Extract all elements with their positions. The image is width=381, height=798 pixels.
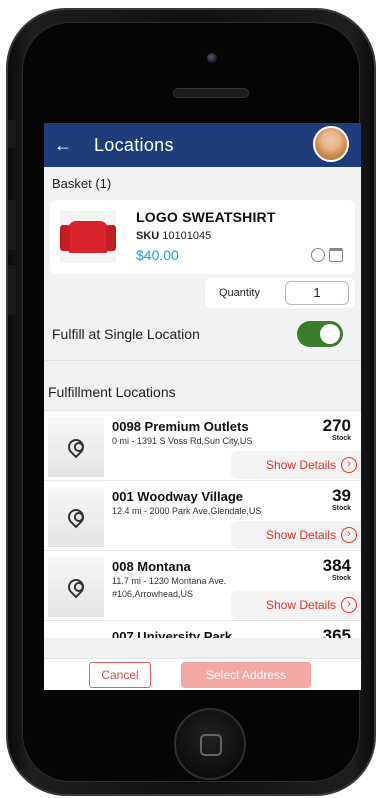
stock-count: 39 xyxy=(332,486,351,505)
quantity-input[interactable]: 1 xyxy=(285,281,349,305)
show-details-button[interactable]: Show Details › xyxy=(231,451,361,479)
volume-up-button xyxy=(8,200,16,250)
location-item[interactable]: 0098 Premium Outlets 0 mi - 1391 S Voss … xyxy=(44,411,361,481)
app-screen: ← Locations Basket (1) LOGO SWEATSHIRT S… xyxy=(44,123,361,690)
earpiece-speaker xyxy=(173,88,249,98)
location-name: 0098 Premium Outlets xyxy=(112,419,249,434)
sweatshirt-icon xyxy=(60,221,116,253)
page-title: Locations xyxy=(94,134,174,155)
location-address: 12.4 mi - 2000 Park Ave,Glendale,US xyxy=(112,506,262,516)
product-sku: SKU 10101045 xyxy=(136,230,211,242)
home-square-icon xyxy=(200,734,222,756)
bottom-action-bar: Cancel Select Address xyxy=(44,658,361,690)
globe-icon[interactable] xyxy=(311,248,325,262)
cancel-button[interactable]: Cancel xyxy=(89,662,151,688)
product-price: $40.00 xyxy=(136,247,179,263)
app-bar: ← Locations xyxy=(44,123,361,167)
fulfill-single-label: Fulfill at Single Location xyxy=(52,326,200,342)
fulfill-single-toggle[interactable] xyxy=(297,321,343,347)
product-card[interactable]: LOGO SWEATSHIRT SKU 10101045 $40.00 xyxy=(50,200,355,274)
stock-label: Stock xyxy=(331,575,351,582)
chevron-right-circle-icon: › xyxy=(341,527,357,543)
stock-count: 384 xyxy=(322,556,351,575)
divider xyxy=(44,360,361,378)
select-address-button[interactable]: Select Address xyxy=(181,662,311,688)
locations-header: Fulfillment Locations xyxy=(48,384,176,400)
location-item[interactable]: 008 Montana 11.7 mi - 1230 Montana Ave. … xyxy=(44,551,361,621)
sku-label: SKU xyxy=(136,230,160,242)
location-pin-icon xyxy=(64,505,88,529)
location-stock: 39 Stock xyxy=(331,486,351,513)
location-pin-icon xyxy=(64,435,88,459)
location-item[interactable]: 001 Woodway Village 12.4 mi - 2000 Park … xyxy=(44,481,361,551)
show-details-label: Show Details xyxy=(265,598,336,612)
show-details-button[interactable]: Show Details › xyxy=(231,591,361,619)
location-pin-box xyxy=(48,487,104,547)
stock-label: Stock xyxy=(331,435,351,442)
store-icon[interactable] xyxy=(329,248,343,262)
location-pin-box xyxy=(48,417,104,477)
home-button[interactable] xyxy=(174,708,246,780)
basket-header: Basket (1) xyxy=(44,167,361,200)
location-stock: 270 Stock xyxy=(322,416,351,443)
mute-switch xyxy=(8,120,16,148)
location-address: 0 mi - 1391 S Voss Rd,Sun City,US xyxy=(112,436,253,446)
show-details-label: Show Details xyxy=(265,528,336,542)
location-stock: 384 Stock xyxy=(322,556,351,583)
location-name: 007 University Park xyxy=(112,629,232,638)
volume-down-button xyxy=(8,265,16,315)
location-address: 11.7 mi - 1230 Montana Ave. #106,Arrowhe… xyxy=(112,576,227,599)
avatar[interactable] xyxy=(313,126,349,162)
stock-count: 270 xyxy=(322,416,351,435)
product-name: LOGO SWEATSHIRT xyxy=(136,209,276,225)
location-name: 008 Montana xyxy=(112,559,191,574)
fulfill-single-row: Fulfill at Single Location xyxy=(44,312,361,356)
chevron-right-circle-icon: › xyxy=(341,597,357,613)
sku-value: 10101045 xyxy=(162,230,212,242)
chevron-right-circle-icon: › xyxy=(341,457,357,473)
product-icons xyxy=(311,248,343,262)
location-pin-icon xyxy=(64,575,88,599)
stock-count: 365 xyxy=(322,626,351,639)
quantity-row: Quantity 1 xyxy=(50,276,355,312)
quantity-label: Quantity xyxy=(219,287,260,299)
arrow-left-icon[interactable]: ← xyxy=(54,135,84,156)
location-item[interactable]: 007 University Park 365 xyxy=(44,621,361,638)
show-details-label: Show Details xyxy=(265,458,336,472)
show-details-button[interactable]: Show Details › xyxy=(231,521,361,549)
stock-label: Stock xyxy=(331,505,351,512)
locations-list[interactable]: 0098 Premium Outlets 0 mi - 1391 S Voss … xyxy=(44,410,361,638)
product-image xyxy=(60,211,116,263)
location-stock: 365 xyxy=(322,626,351,639)
toggle-knob xyxy=(320,324,340,344)
quantity-box: Quantity 1 xyxy=(205,278,355,308)
location-pin-box xyxy=(48,557,104,617)
location-name: 001 Woodway Village xyxy=(112,489,244,504)
front-camera xyxy=(207,53,217,63)
